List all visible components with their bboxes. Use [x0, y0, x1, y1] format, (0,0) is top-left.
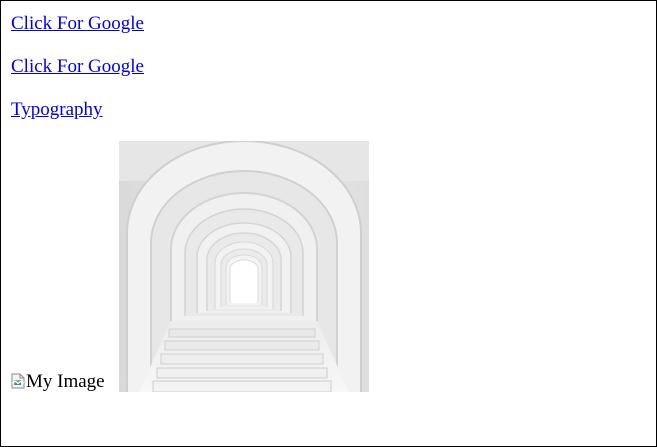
link-row-1: Click For Google	[11, 13, 144, 35]
typography-link[interactable]: Typography	[11, 99, 103, 120]
arch-corridor-photo	[119, 141, 369, 392]
link-row-3: Typography	[11, 99, 103, 121]
link-row-2: Click For Google	[11, 56, 144, 78]
google-link-2[interactable]: Click For Google	[11, 56, 144, 77]
broken-image-icon	[11, 373, 25, 389]
broken-image-alt: My Image	[26, 371, 105, 392]
broken-image: My Image	[11, 372, 105, 392]
page-frame: Click For Google Click For Google Typogr…	[0, 0, 657, 447]
google-link-1[interactable]: Click For Google	[11, 13, 144, 34]
